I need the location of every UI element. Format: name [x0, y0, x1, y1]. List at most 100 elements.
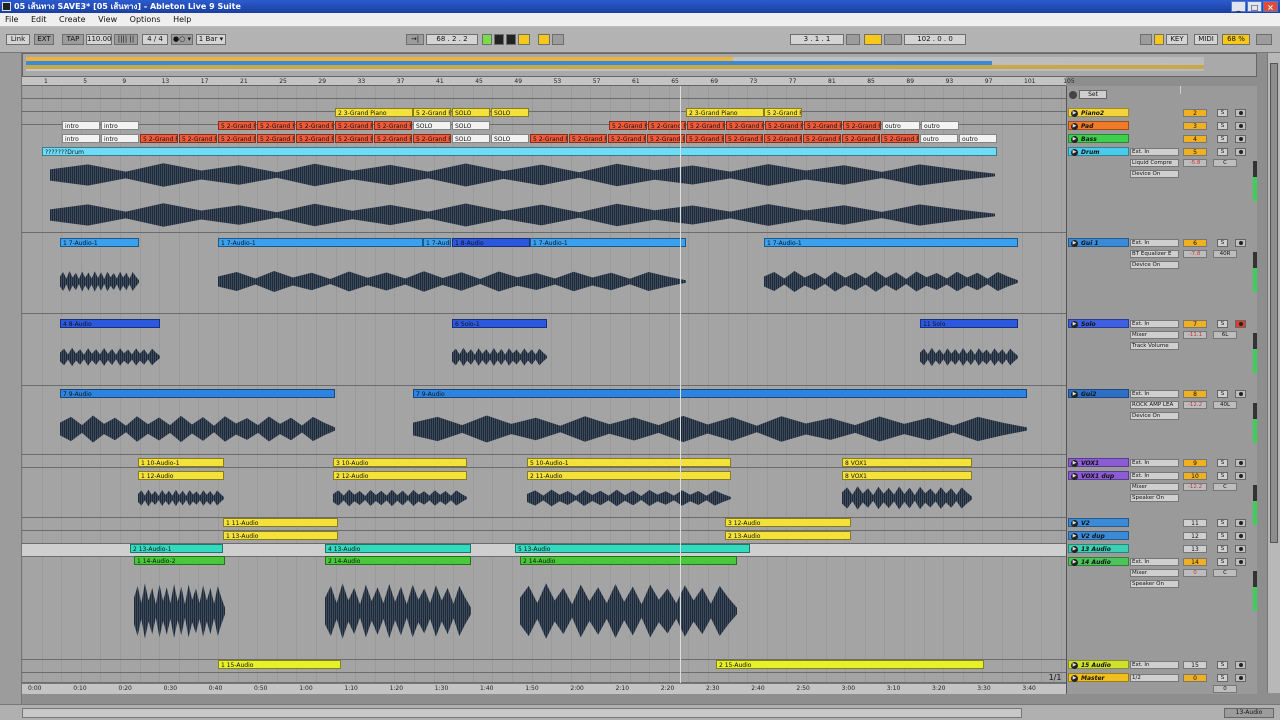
- track-name[interactable]: ▶ VOX1 dup: [1068, 471, 1129, 480]
- menu-view[interactable]: View: [93, 15, 122, 24]
- arm-button[interactable]: [1235, 390, 1246, 398]
- clip[interactable]: 5 2-Grand P: [257, 121, 295, 130]
- lane-master[interactable]: [22, 673, 1066, 683]
- quantization-menu[interactable]: 1 Bar ▾: [196, 34, 226, 45]
- device-chooser[interactable]: Mixer: [1130, 569, 1179, 577]
- tempo-field[interactable]: 110.00: [86, 34, 112, 45]
- clip[interactable]: 5 2-Grand P: [218, 121, 256, 130]
- clip[interactable]: ???????Drum: [42, 147, 997, 156]
- arm-button[interactable]: [1235, 519, 1246, 527]
- clip[interactable]: 5 2-Grand P: [374, 121, 412, 130]
- clip[interactable]: outro: [959, 134, 997, 143]
- clip[interactable]: 5 2-Grand P: [726, 121, 764, 130]
- input-type-chooser[interactable]: Ext. In: [1130, 661, 1179, 669]
- clip[interactable]: 5 2-Grand P: [686, 134, 724, 143]
- overdub-button[interactable]: [518, 34, 530, 45]
- arm-button[interactable]: [1235, 459, 1246, 467]
- clip[interactable]: 5 2-Grand P: [296, 134, 334, 143]
- track-name[interactable]: ▶ 13 Audio: [1068, 544, 1129, 553]
- play-button[interactable]: [482, 34, 492, 45]
- record-button[interactable]: [506, 34, 516, 45]
- device-chooser[interactable]: Liquid Compre: [1130, 159, 1179, 167]
- solo-button[interactable]: S: [1217, 135, 1228, 143]
- menu-create[interactable]: Create: [54, 15, 91, 24]
- close-button[interactable]: ×: [1263, 1, 1278, 12]
- clip[interactable]: 6 Solo-1: [452, 319, 547, 328]
- punch-in-button[interactable]: [846, 34, 860, 45]
- menu-help[interactable]: Help: [168, 15, 196, 24]
- track-pan[interactable]: C: [1213, 569, 1237, 577]
- track-volume[interactable]: -12.2: [1183, 483, 1207, 491]
- track-name[interactable]: ▶ Solo: [1068, 319, 1129, 328]
- track-activator[interactable]: 2: [1183, 109, 1207, 117]
- track-name[interactable]: ▶ Gui2: [1068, 389, 1129, 398]
- clip[interactable]: 5 2-Grand P: [764, 134, 802, 143]
- track-name[interactable]: ▶ V2 dup: [1068, 531, 1129, 540]
- solo-button[interactable]: S: [1217, 148, 1228, 156]
- monitor-buttons[interactable]: [1180, 86, 1181, 94]
- clip[interactable]: 2 3-Grand Piano: [686, 108, 764, 117]
- clip[interactable]: 5 2-Grand P: [335, 121, 373, 130]
- scrollbar-thumb[interactable]: [1270, 63, 1278, 543]
- lane-v2[interactable]: [22, 518, 1066, 531]
- clip[interactable]: 11 Solo: [920, 319, 1018, 328]
- clip[interactable]: 2 13-Audio: [725, 531, 851, 540]
- tap-tempo-button[interactable]: TAP: [62, 34, 84, 45]
- track-name[interactable]: ▶ 14 Audio: [1068, 557, 1129, 566]
- clip[interactable]: 5 2-Grand P: [218, 134, 256, 143]
- clip[interactable]: 1 12-Audio: [138, 471, 224, 480]
- track-fold-icon[interactable]: ▶: [1071, 559, 1078, 566]
- parameter-chooser[interactable]: Device On: [1130, 412, 1179, 420]
- clip[interactable]: 1 8-Audio: [452, 238, 530, 247]
- clip[interactable]: SOLO: [491, 134, 529, 143]
- clip[interactable]: 2 14-Audio: [520, 556, 737, 565]
- solo-button[interactable]: S: [1217, 459, 1228, 467]
- track-fold-icon[interactable]: ▶: [1071, 123, 1078, 130]
- clip[interactable]: 1 13-Audio: [223, 531, 338, 540]
- track-activator[interactable]: 11: [1183, 519, 1207, 527]
- track-fold-icon[interactable]: ▶: [1071, 391, 1078, 398]
- track-activator[interactable]: 8: [1183, 390, 1207, 398]
- input-type-chooser[interactable]: Ext. In: [1130, 472, 1179, 480]
- clip[interactable]: 2 11-Audio: [527, 471, 731, 480]
- overview-strip[interactable]: [26, 57, 1204, 71]
- lane-piano2[interactable]: [22, 86, 1066, 99]
- input-type-chooser[interactable]: Ext. In: [1130, 558, 1179, 566]
- track-activator[interactable]: 15: [1183, 661, 1207, 669]
- menu-file[interactable]: File: [0, 15, 23, 24]
- input-type-chooser[interactable]: Ext. In: [1130, 239, 1179, 247]
- arm-button[interactable]: [1235, 239, 1246, 247]
- parameter-chooser[interactable]: Device On: [1130, 261, 1179, 269]
- track-fold-icon[interactable]: ▶: [1071, 136, 1078, 143]
- clip[interactable]: 1 11-Audio: [223, 518, 338, 527]
- track-name[interactable]: ▶ Master: [1068, 673, 1129, 682]
- clip[interactable]: 5 2-Grand Pi: [764, 108, 802, 117]
- solo-button[interactable]: S: [1217, 532, 1228, 540]
- clip[interactable]: 5 2-Grand P: [530, 134, 568, 143]
- track-activator[interactable]: 0: [1183, 674, 1207, 682]
- solo-button[interactable]: S: [1217, 109, 1228, 117]
- clip[interactable]: 1 7-Audio-1: [764, 238, 1018, 247]
- clip[interactable]: 5 2-Grand P: [179, 134, 217, 143]
- track-fold-icon[interactable]: ▶: [1071, 675, 1078, 682]
- solo-button[interactable]: S: [1217, 239, 1228, 247]
- clip[interactable]: 5 2-Grand P: [804, 121, 842, 130]
- track-fold-icon[interactable]: ▶: [1071, 473, 1078, 480]
- clip[interactable]: 1 7-Audio-1: [60, 238, 139, 247]
- arm-button[interactable]: [1235, 661, 1246, 669]
- clip[interactable]: 2 3-Grand Piano: [335, 108, 413, 117]
- device-chooser[interactable]: Mixer: [1130, 331, 1179, 339]
- clip[interactable]: 5 2-Grand P: [335, 134, 373, 143]
- clip[interactable]: 5 2-Grand P: [881, 134, 919, 143]
- solo-button[interactable]: S: [1217, 558, 1228, 566]
- minimize-button[interactable]: _: [1231, 1, 1246, 12]
- link-button[interactable]: Link: [6, 34, 30, 45]
- clip[interactable]: 2 15-Audio: [716, 660, 984, 669]
- arrangement-position-field[interactable]: 68 . 2 . 2: [426, 34, 478, 45]
- track-name[interactable]: ▶ Gui 1: [1068, 238, 1129, 247]
- clip[interactable]: 1 14-Audio-2: [134, 556, 225, 565]
- track-activator[interactable]: 7: [1183, 320, 1207, 328]
- track-fold-icon[interactable]: ▶: [1071, 149, 1078, 156]
- beat-time-ruler[interactable]: 1 5 9 13 17 21 25 29 33 37 41 45 49 53 57 61 65 69 73 77 81 8…: [22, 77, 1075, 86]
- clip[interactable]: outro: [920, 134, 958, 143]
